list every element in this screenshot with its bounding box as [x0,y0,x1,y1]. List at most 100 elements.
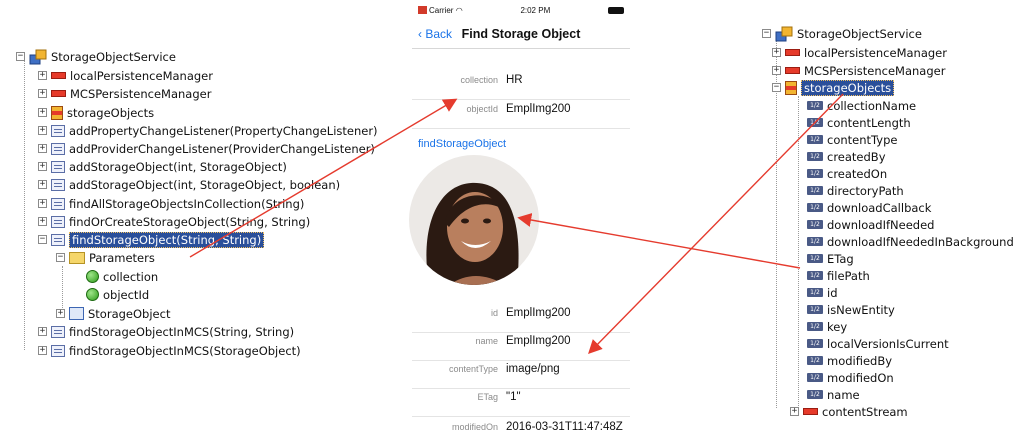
expand-icon[interactable]: + [772,48,781,57]
attribute-icon: 1/2 [807,373,823,382]
attribute-item[interactable]: 1/2 downloadIfNeeded [807,216,934,233]
tree-item-selected[interactable]: − findStorageObject(String, String) [38,231,265,248]
tree-item[interactable]: + localPersistenceManager [38,67,213,84]
field-label: contentType [448,364,498,374]
attribute-item[interactable]: 1/2 id [807,284,838,301]
status-carrier: Carrier ◠ [418,6,463,15]
attribute-item[interactable]: 1/2 key [807,318,847,335]
expand-icon[interactable]: + [38,126,47,135]
field-label: name [475,336,498,346]
attribute-label: createdBy [827,149,886,164]
tree-item[interactable]: + MCSPersistenceManager [38,85,211,102]
collapse-icon[interactable]: − [38,235,47,244]
attribute-item[interactable]: 1/2 directoryPath [807,182,904,199]
tree-item-label: addStorageObject(int, StorageObject, boo… [69,177,341,192]
expand-icon[interactable]: + [38,217,47,226]
tree-item[interactable]: + addPropertyChangeListener(PropertyChang… [38,122,378,139]
tree-root[interactable]: − StorageObjectService [16,48,176,65]
tree-item-label: addStorageObject(int, StorageObject) [69,159,287,174]
tree-item[interactable]: + findOrCreateStorageObject(String, Strin… [38,213,310,230]
tree-item[interactable]: + addProviderChangeListener(ProviderChang… [38,140,375,157]
tree-item-label: StorageObject [88,306,171,321]
attribute-item[interactable]: 1/2 collectionName [807,97,916,114]
expand-icon[interactable]: + [38,199,47,208]
collection-field[interactable]: HR [506,74,523,86]
attribute-item[interactable]: 1/2 ETag [807,250,854,267]
method-icon [51,344,65,357]
attribute-label: name [827,387,860,402]
expand-icon[interactable]: + [38,180,47,189]
collection-label: collection [460,75,498,85]
attribute-item[interactable]: 1/2 name [807,386,860,403]
collapse-icon[interactable]: − [772,83,781,92]
tree-item[interactable]: + addStorageObject(int, StorageObject, bo… [38,176,340,193]
expand-icon[interactable]: + [38,71,47,80]
attribute-icon: 1/2 [807,169,823,178]
attribute-icon: 1/2 [807,220,823,229]
collapse-icon[interactable]: − [762,29,771,38]
collapse-icon[interactable]: − [16,52,25,61]
attribute-item[interactable]: 1/2 modifiedBy [807,352,892,369]
tree-item[interactable]: − Parameters [56,249,155,266]
attribute-label: isNewEntity [827,302,895,317]
find-storage-object-button[interactable]: findStorageObject [418,138,506,150]
tree-root-label: StorageObjectService [51,49,176,64]
method-icon [51,142,65,155]
expand-icon[interactable]: + [790,407,799,416]
attribute-icon: 1/2 [807,118,823,127]
attribute-label: modifiedBy [827,353,893,368]
expand-icon[interactable]: + [38,144,47,153]
tree-item-selected[interactable]: − storageObjects [772,79,895,96]
tree-item[interactable]: + contentStream [790,403,908,420]
attribute-label: id [827,285,838,300]
tree-item[interactable]: + MCSPersistenceManager [772,62,945,79]
attribute-icon: 1/2 [807,101,823,110]
tree-item[interactable]: + localPersistenceManager [772,44,947,61]
expand-icon[interactable]: + [56,309,65,318]
collapse-icon[interactable]: − [56,253,65,262]
return-type-icon [69,307,84,320]
tree-item[interactable]: + addStorageObject(int, StorageObject) [38,158,287,175]
attribute-label: collectionName [827,98,917,113]
expand-icon[interactable]: + [38,108,47,117]
attribute-item[interactable]: 1/2 filePath [807,267,870,284]
method-icon [51,160,65,173]
attribute-item[interactable]: 1/2 contentType [807,131,897,148]
status-bar: Carrier ◠ 2:02 PM [412,0,630,20]
nav-bar: ‹ Back Find Storage Object [412,20,630,49]
attribute-label: ETag [827,251,854,266]
tree-item[interactable]: + StorageObject [56,305,170,322]
tree-item-label: findStorageObjectInMCS(StorageObject) [69,343,301,358]
attribute-item[interactable]: 1/2 downloadIfNeededInBackground [807,233,1014,250]
attribute-label: contentType [827,132,898,147]
attribute-item[interactable]: 1/2 isNewEntity [807,301,895,318]
tree-item[interactable]: + findStorageObjectInMCS(StorageObject) [38,342,301,359]
attribute-icon: 1/2 [807,288,823,297]
expand-icon[interactable]: + [38,162,47,171]
avatar-image [409,155,539,285]
attribute-icon: 1/2 [807,271,823,280]
page-title: Find Storage Object [461,27,581,41]
status-time: 2:02 PM [520,5,551,15]
attribute-item[interactable]: 1/2 contentLength [807,114,911,131]
expand-icon[interactable]: + [38,346,47,355]
expand-icon[interactable]: + [38,327,47,336]
carrier-logo-icon [418,6,427,15]
tree-item[interactable]: + findStorageObjectInMCS(String, String) [38,323,294,340]
expand-icon[interactable]: + [772,66,781,75]
expand-icon[interactable]: + [38,89,47,98]
attribute-item[interactable]: 1/2 createdOn [807,165,887,182]
tree-item[interactable]: objectId [86,286,149,303]
tree-item[interactable]: + findAllStorageObjectsInCollection(Strin… [38,195,304,212]
tree-root[interactable]: − StorageObjectService [762,25,922,42]
attribute-icon: 1/2 [807,152,823,161]
field-value: EmplImg200 [506,307,571,319]
attribute-item[interactable]: 1/2 downloadCallback [807,199,931,216]
tree-item[interactable]: + storageObjects [38,104,154,121]
attribute-item[interactable]: 1/2 modifiedOn [807,369,894,386]
tree-item[interactable]: collection [86,268,158,285]
attribute-item[interactable]: 1/2 localVersionIsCurrent [807,335,949,352]
objectid-field[interactable]: EmplImg200 [506,103,571,115]
attribute-item[interactable]: 1/2 createdBy [807,148,886,165]
attribute-label: filePath [827,268,870,283]
